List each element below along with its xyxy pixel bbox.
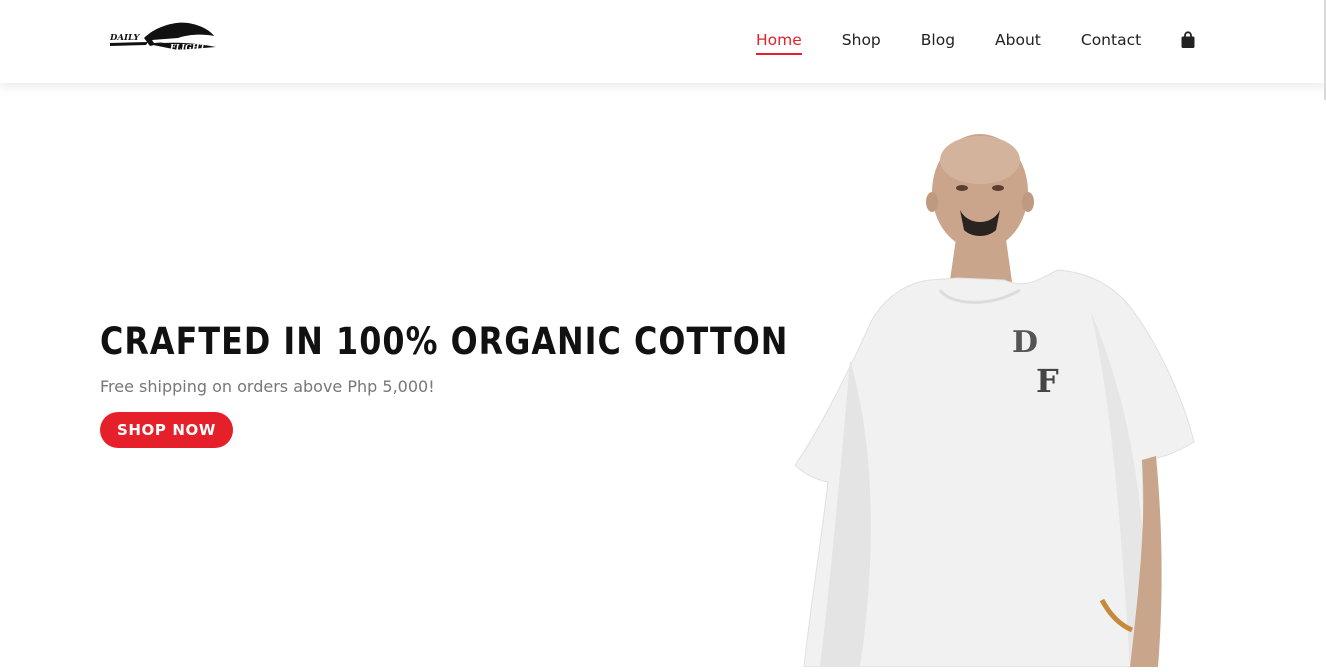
hero-section: CRAFTED IN 100% ORGANIC COTTON Free ship… — [100, 320, 901, 448]
shop-now-button[interactable]: SHOP NOW — [100, 412, 233, 448]
svg-text:F: F — [1036, 362, 1059, 400]
svg-text:D: D — [1012, 325, 1038, 360]
wing-logo-icon: DAILY FLIGHT — [109, 22, 216, 52]
shopping-bag-icon[interactable] — [1180, 31, 1196, 49]
svg-text:DAILY: DAILY — [109, 33, 140, 43]
brand-logo[interactable]: DAILY FLIGHT — [108, 20, 218, 54]
site-header: DAILY FLIGHT Home Shop Blog About Contac… — [0, 0, 1326, 100]
main-nav: Home Shop Blog About Contact — [756, 31, 1196, 55]
nav-contact-link[interactable]: Contact — [1081, 31, 1141, 55]
nav-shop-link[interactable]: Shop — [842, 31, 881, 55]
hero-headline: CRAFTED IN 100% ORGANIC COTTON — [100, 320, 789, 363]
svg-text:FLIGHT: FLIGHT — [169, 42, 206, 52]
hero-subtitle: Free shipping on orders above Php 5,000! — [100, 377, 435, 396]
nav-home-link[interactable]: Home — [756, 31, 802, 55]
nav-blog-link[interactable]: Blog — [921, 31, 955, 55]
nav-about-link[interactable]: About — [995, 31, 1041, 55]
hero-model-image: D F — [790, 130, 1210, 668]
